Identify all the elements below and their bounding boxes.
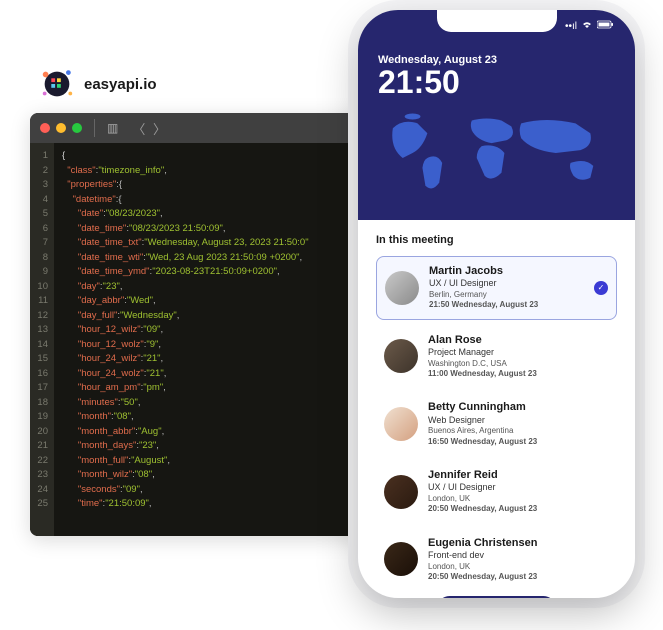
avatar	[384, 475, 418, 509]
participant-location: Buenos Aires, Argentina	[428, 426, 609, 436]
participant-role: UX / UI Designer	[429, 278, 608, 290]
participant-role: UX / UI Designer	[428, 482, 609, 494]
participant-info: Eugenia ChristensenFront-end devLondon, …	[428, 537, 609, 583]
maximize-dot-icon[interactable]	[72, 123, 82, 133]
signal-icon: ••ıl	[565, 21, 577, 32]
battery-icon	[597, 20, 615, 32]
participant-name: Alan Rose	[428, 334, 609, 347]
participant-name: Jennifer Reid	[428, 469, 609, 482]
participant-row[interactable]: Betty CunninghamWeb DesignerBuenos Aires…	[376, 393, 617, 455]
wifi-icon	[581, 20, 593, 32]
divider	[94, 119, 95, 137]
editor-body[interactable]: 1234567891011121314151617181920212223242…	[30, 143, 367, 536]
participant-role: Web Designer	[428, 415, 609, 427]
minimize-dot-icon[interactable]	[56, 123, 66, 133]
brand-logo: easyapi.io	[38, 65, 157, 103]
participant-info: Jennifer ReidUX / UI DesignerLondon, UK2…	[428, 469, 609, 515]
participant-time: 20:50 Wednesday, August 23	[428, 572, 609, 582]
phone-mockup: ••ıl Wednesday, August 23 21:50	[358, 10, 635, 598]
participant-location: Berlin, Germany	[429, 290, 608, 300]
participant-name: Eugenia Christensen	[428, 537, 609, 550]
participant-time: 20:50 Wednesday, August 23	[428, 504, 609, 514]
participant-info: Betty CunninghamWeb DesignerBuenos Aires…	[428, 401, 609, 447]
status-bar: ••ıl	[565, 20, 615, 32]
layout-icon[interactable]: ▥	[107, 121, 118, 135]
participant-role: Front-end dev	[428, 550, 609, 562]
participant-location: London, UK	[428, 494, 609, 504]
participant-time: 11:00 Wednesday, August 23	[428, 369, 609, 379]
participant-role: Project Manager	[428, 347, 609, 359]
phone-header: ••ıl Wednesday, August 23 21:50	[358, 10, 635, 220]
header-time: 21:50	[378, 66, 615, 98]
avatar	[384, 407, 418, 441]
participant-row[interactable]: Eugenia ChristensenFront-end devLondon, …	[376, 529, 617, 591]
logo-icon	[38, 65, 76, 103]
phone-notch	[437, 10, 557, 32]
meeting-section: In this meeting Martin JacobsUX / UI Des…	[358, 220, 635, 598]
participant-name: Martin Jacobs	[429, 265, 608, 278]
participant-row[interactable]: Jennifer ReidUX / UI DesignerLondon, UK2…	[376, 461, 617, 523]
add-participant-button[interactable]: + Add Participant	[437, 596, 555, 598]
participant-location: Washington D.C, USA	[428, 359, 609, 369]
line-gutter: 1234567891011121314151617181920212223242…	[30, 143, 54, 536]
participant-row[interactable]: Martin JacobsUX / UI DesignerBerlin, Ger…	[376, 256, 617, 320]
participant-location: London, UK	[428, 562, 609, 572]
avatar	[384, 542, 418, 576]
participant-row[interactable]: Alan RoseProject ManagerWashington D.C, …	[376, 326, 617, 388]
world-map	[378, 108, 615, 203]
editor-titlebar: ▥ 〈 〉	[30, 113, 367, 143]
avatar	[384, 339, 418, 373]
code-editor-window: ▥ 〈 〉 1234567891011121314151617181920212…	[30, 113, 367, 536]
meeting-title: In this meeting	[376, 234, 617, 246]
close-dot-icon[interactable]	[40, 123, 50, 133]
participant-info: Martin JacobsUX / UI DesignerBerlin, Ger…	[429, 265, 608, 311]
logo-text: easyapi.io	[84, 76, 157, 93]
avatar	[385, 271, 419, 305]
check-icon: ✓	[594, 281, 608, 295]
nav-arrows[interactable]: 〈 〉	[132, 119, 168, 138]
participant-time: 16:50 Wednesday, August 23	[428, 437, 609, 447]
participant-name: Betty Cunningham	[428, 401, 609, 414]
code-content[interactable]: { "class":"timezone_info", "properties":…	[54, 143, 317, 536]
participant-info: Alan RoseProject ManagerWashington D.C, …	[428, 334, 609, 380]
participant-time: 21:50 Wednesday, August 23	[429, 300, 608, 310]
